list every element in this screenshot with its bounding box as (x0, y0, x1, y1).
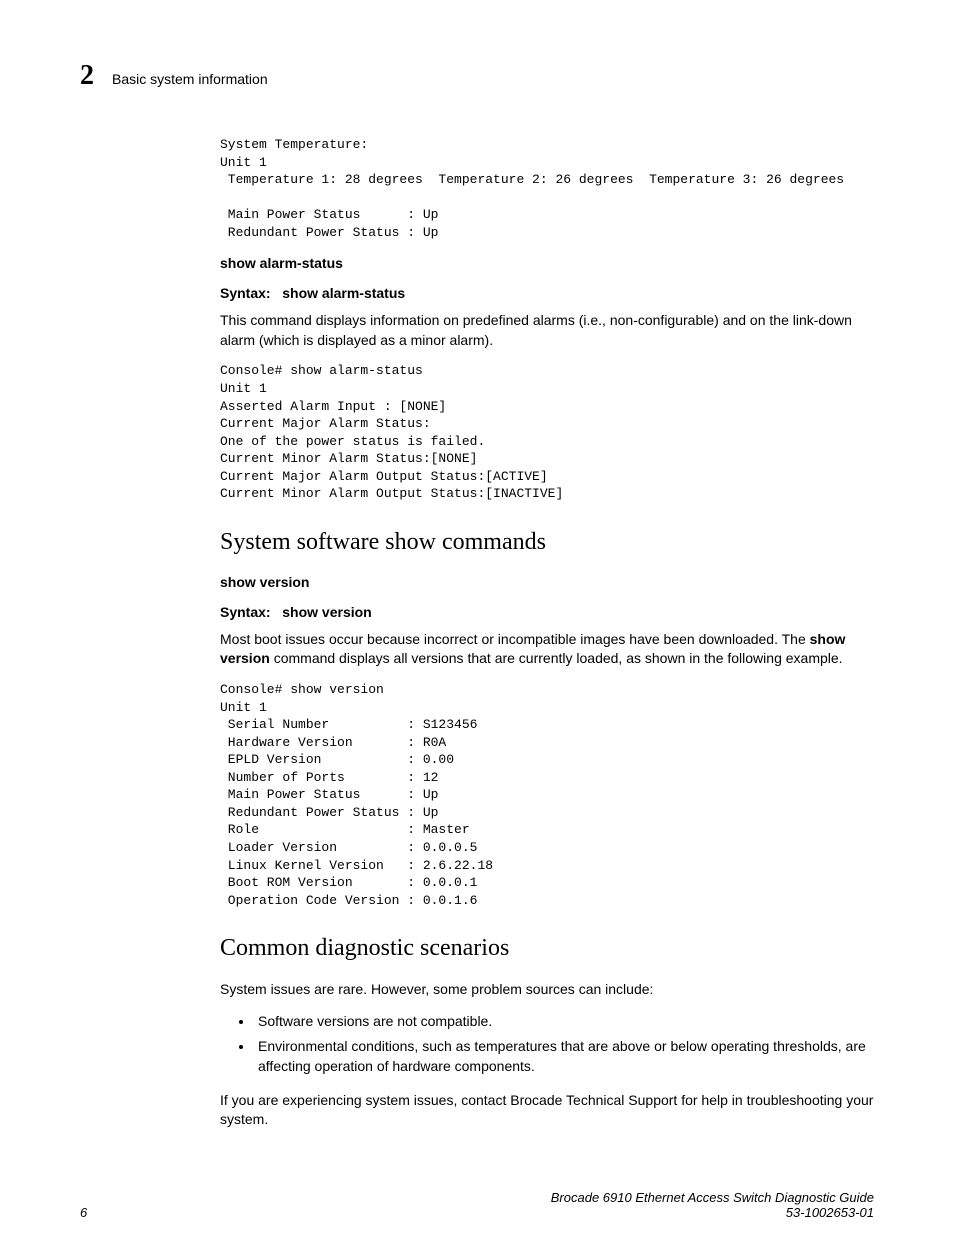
chapter-number: 2 (80, 60, 94, 92)
diagnostic-intro: System issues are rare. However, some pr… (220, 980, 874, 1000)
diagnostic-bullets: Software versions are not compatible. En… (220, 1012, 874, 1077)
page: 2 Basic system information System Temper… (0, 0, 954, 1260)
chapter-title: Basic system information (112, 71, 268, 87)
list-item: Software versions are not compatible. (254, 1012, 874, 1032)
footer-right: Brocade 6910 Ethernet Access Switch Diag… (551, 1190, 874, 1220)
desc-text-pre: Most boot issues occur because incorrect… (220, 631, 810, 647)
command-title-alarm: show alarm-status (220, 255, 874, 271)
syntax-label: Syntax: (220, 285, 271, 301)
doc-number: 53-1002653-01 (551, 1205, 874, 1220)
diagnostic-outro: If you are experiencing system issues, c… (220, 1091, 874, 1130)
code-block-system-temperature: System Temperature: Unit 1 Temperature 1… (220, 136, 874, 241)
code-block-show-version: Console# show version Unit 1 Serial Numb… (220, 681, 874, 909)
syntax-command: show version (282, 604, 371, 620)
syntax-line-version: Syntax: show version (220, 604, 874, 620)
code-block-alarm-status: Console# show alarm-status Unit 1 Assert… (220, 362, 874, 502)
syntax-label: Syntax: (220, 604, 271, 620)
command-title-version: show version (220, 574, 874, 590)
section-heading-software: System software show commands (220, 529, 874, 556)
syntax-line-alarm: Syntax: show alarm-status (220, 285, 874, 301)
syntax-command: show alarm-status (282, 285, 405, 301)
page-header: 2 Basic system information (80, 60, 874, 92)
main-content: System Temperature: Unit 1 Temperature 1… (220, 136, 874, 1130)
section-heading-diagnostic: Common diagnostic scenarios (220, 935, 874, 962)
version-description: Most boot issues occur because incorrect… (220, 630, 874, 669)
list-item: Environmental conditions, such as temper… (254, 1037, 874, 1076)
page-number: 6 (80, 1205, 87, 1220)
alarm-description: This command displays information on pre… (220, 311, 874, 350)
page-footer: 6 Brocade 6910 Ethernet Access Switch Di… (80, 1190, 874, 1220)
guide-title: Brocade 6910 Ethernet Access Switch Diag… (551, 1190, 874, 1205)
desc-text-post: command displays all versions that are c… (270, 650, 843, 666)
